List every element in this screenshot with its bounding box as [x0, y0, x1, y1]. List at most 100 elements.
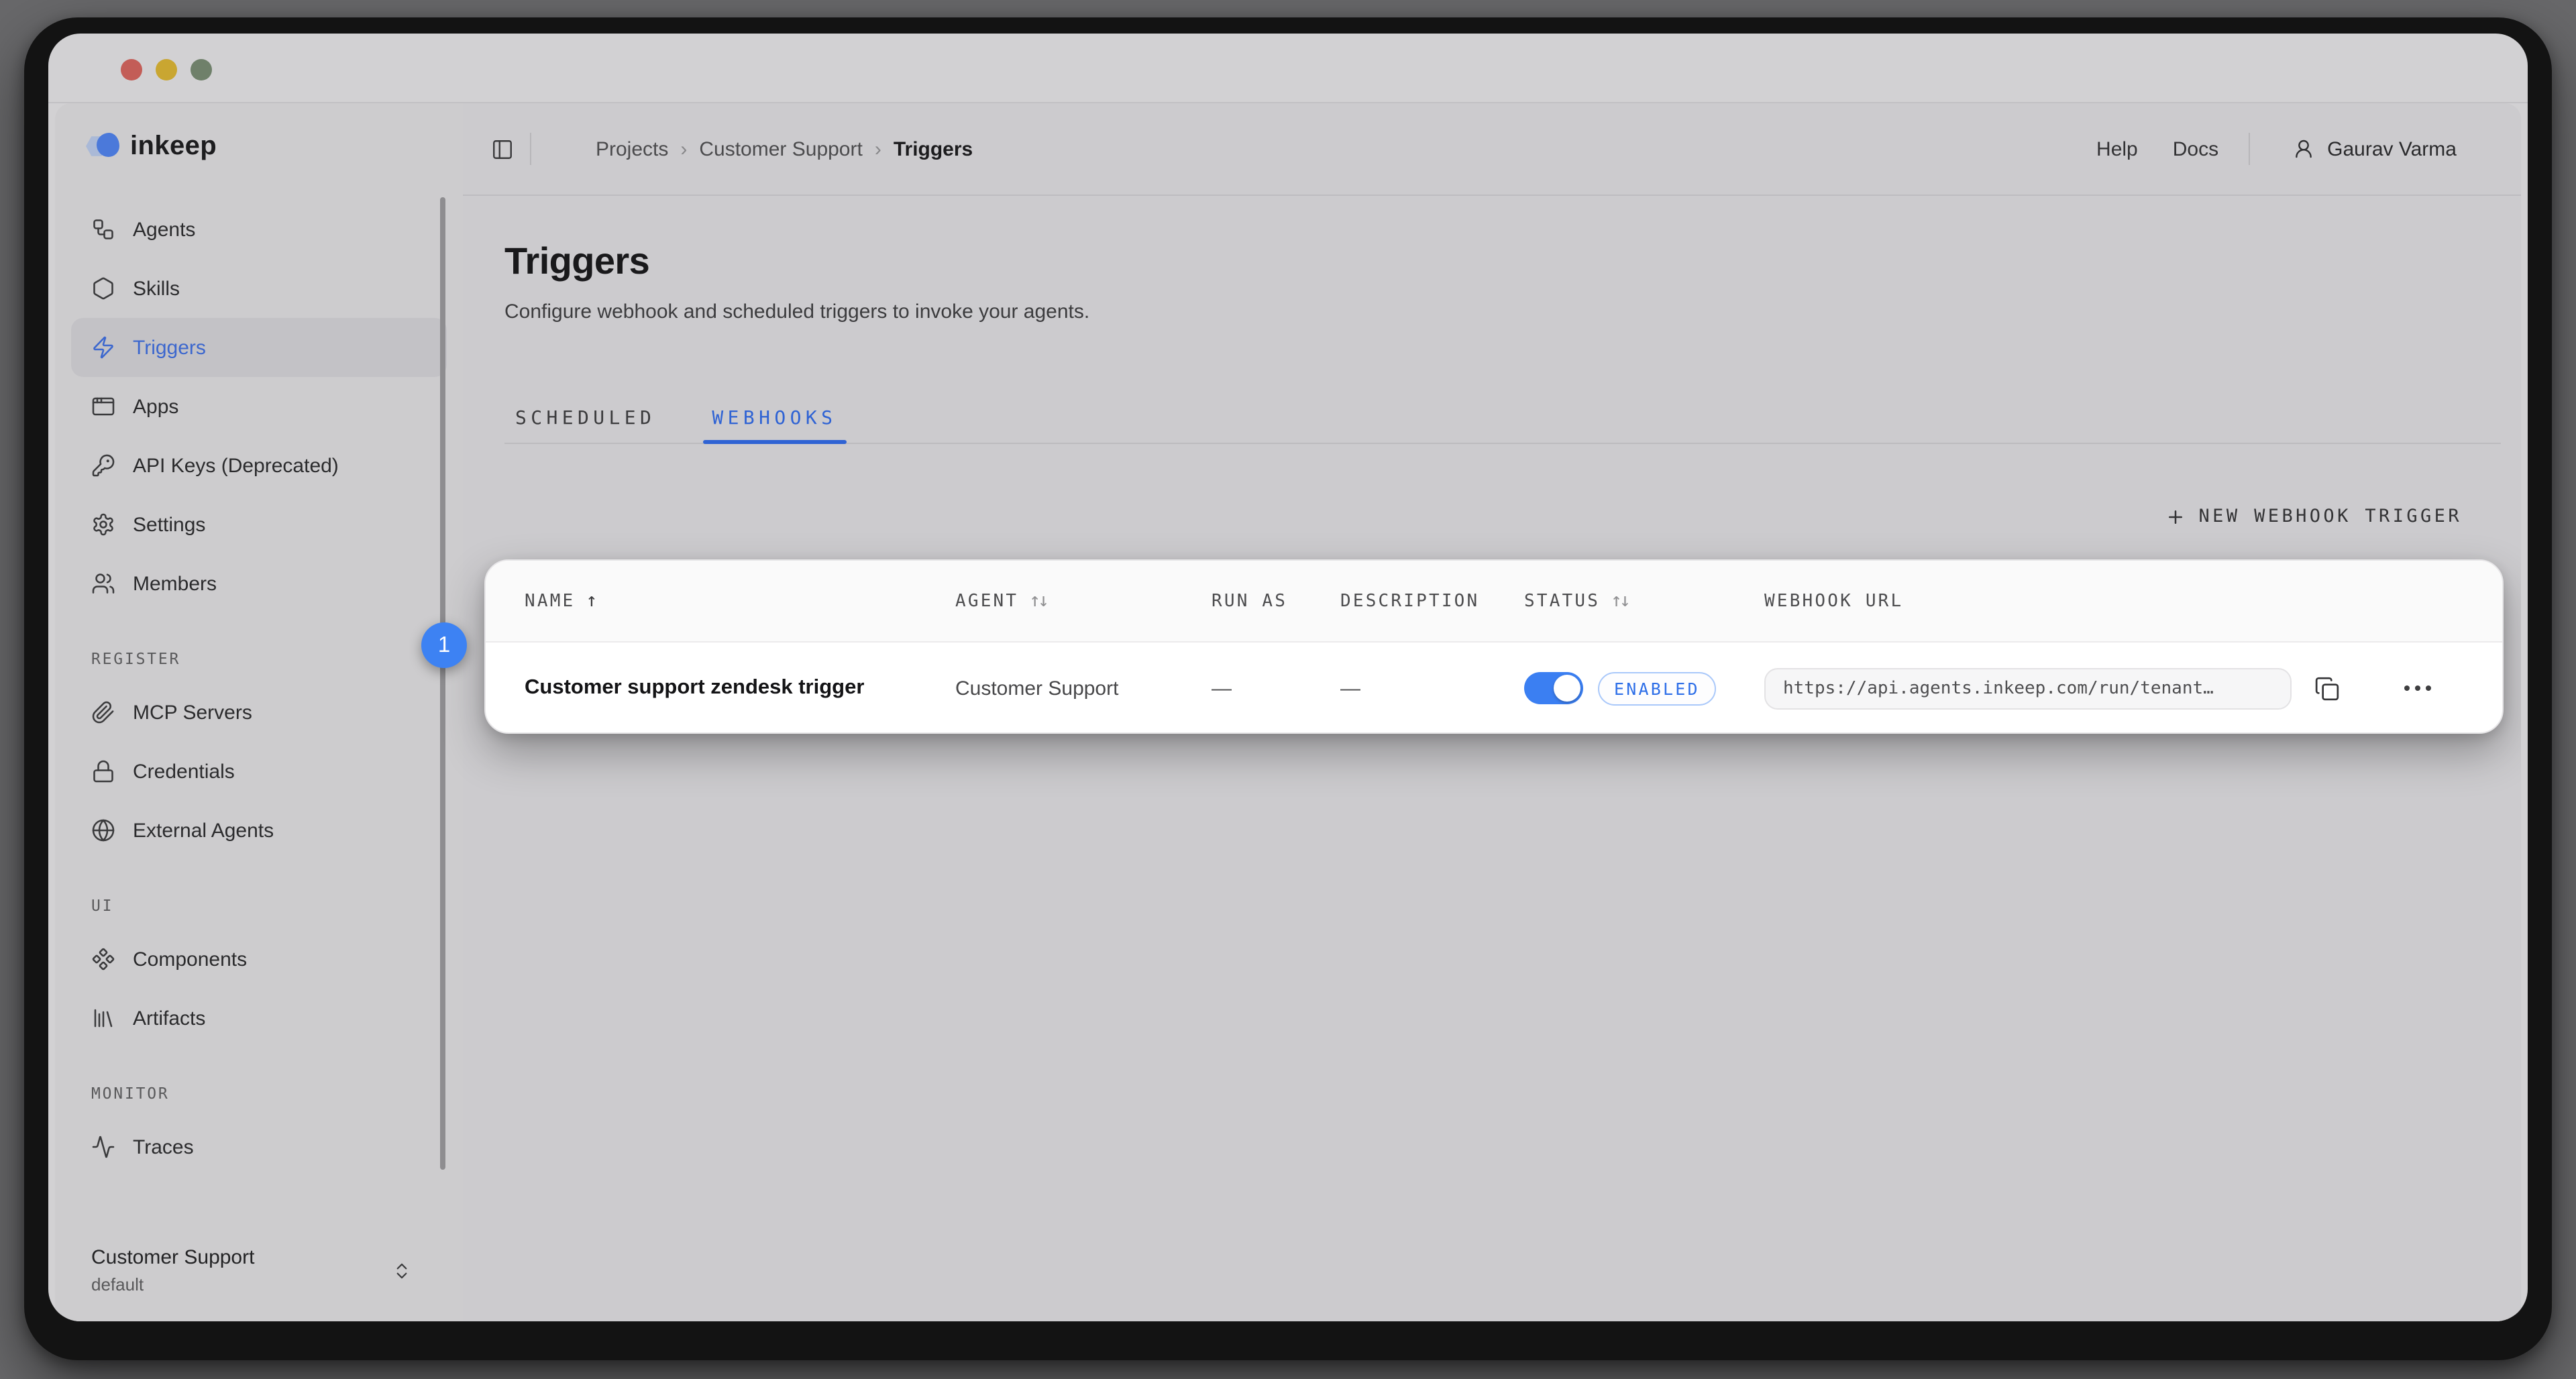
header-divider [530, 133, 531, 165]
project-switcher[interactable]: Customer Support default [91, 1246, 412, 1294]
person-icon [2292, 138, 2314, 160]
users-icon [91, 571, 115, 596]
sidebar-item-agents[interactable]: Agents [71, 200, 447, 259]
header-divider [2248, 133, 2249, 165]
tab-webhooks[interactable]: WEBHOOKS [701, 393, 847, 443]
panel-left-icon[interactable] [491, 137, 514, 160]
breadcrumb-separator: › [875, 137, 881, 160]
status-toggle[interactable] [1524, 672, 1583, 704]
sidebar-item-apps[interactable]: Apps [71, 377, 447, 436]
docs-link[interactable]: Docs [2173, 137, 2218, 160]
sidebar-item-label: Triggers [133, 336, 206, 359]
close-window-button[interactable] [121, 59, 142, 80]
description-cell: — [1340, 677, 1524, 700]
annotation-step-badge: 1 [421, 622, 467, 668]
column-header-webhook-url: WEBHOOK URL [1764, 591, 2502, 611]
zap-icon [91, 335, 115, 360]
sidebar-section-register: REGISTER MCP Servers Credentials Exte [55, 644, 463, 860]
breadcrumb-triggers: Triggers [894, 137, 973, 160]
sidebar-item-api-keys[interactable]: API Keys (Deprecated) [71, 436, 447, 495]
minimize-window-button[interactable] [156, 59, 177, 80]
sidebar-item-external-agents[interactable]: External Agents [71, 801, 447, 860]
main-area: Projects › Customer Support › Triggers H… [463, 103, 2521, 1321]
main-header: Projects › Customer Support › Triggers H… [463, 103, 2521, 196]
sidebar-section-monitor: MONITOR Traces [55, 1079, 463, 1176]
section-title: REGISTER [91, 644, 463, 673]
page-title: Triggers [504, 240, 2521, 283]
app-window: inkeep Agents Skills Triggers [48, 34, 2528, 1321]
maximize-window-button[interactable] [191, 59, 212, 80]
inkeep-logo[interactable]: inkeep [55, 103, 463, 189]
webhook-triggers-table: NAME ↑ AGENT ↑↓ RUN AS DESCRIP [484, 559, 2504, 734]
trigger-name-cell[interactable]: Customer support zendesk trigger [525, 676, 955, 700]
new-webhook-trigger-label: NEW WEBHOOK TRIGGER [2199, 506, 2462, 527]
webhook-url-value[interactable]: https://api.agents.inkeep.com/run/tenant… [1764, 667, 2292, 709]
sidebar-item-label: Members [133, 572, 217, 595]
sidebar-item-label: Agents [133, 218, 195, 241]
sidebar-item-skills[interactable]: Skills [71, 259, 447, 318]
sidebar-item-label: Artifacts [133, 1007, 205, 1030]
inkeep-logo-icon [86, 131, 121, 161]
sort-icon: ↑↓ [1029, 590, 1046, 612]
sidebar-item-triggers[interactable]: Triggers [71, 318, 447, 377]
sidebar: inkeep Agents Skills Triggers [55, 103, 463, 1321]
column-header-status[interactable]: STATUS ↑↓ [1524, 590, 1764, 612]
window-controls [121, 59, 212, 80]
user-menu[interactable]: Gaurav Varma [2248, 133, 2457, 165]
sidebar-item-members[interactable]: Members [71, 554, 447, 613]
sidebar-item-label: MCP Servers [133, 701, 252, 724]
sidebar-item-artifacts[interactable]: Artifacts [71, 989, 447, 1048]
sidebar-item-components[interactable]: Components [71, 930, 447, 989]
sidebar-item-mcp-servers[interactable]: MCP Servers [71, 683, 447, 742]
hexagon-icon [91, 276, 115, 300]
new-webhook-trigger-button[interactable]: NEW WEBHOOK TRIGGER [2165, 506, 2462, 527]
help-link[interactable]: Help [2096, 137, 2138, 160]
tab-scheduled[interactable]: SCHEDULED [504, 393, 666, 443]
breadcrumb-separator: › [680, 137, 687, 160]
status-cell: ENABLED [1524, 671, 1764, 705]
project-graph: default [91, 1274, 254, 1294]
plus-icon [2165, 506, 2186, 527]
column-header-run-as: RUN AS [1212, 591, 1340, 611]
sidebar-item-label: Apps [133, 395, 178, 418]
tabs: SCHEDULED WEBHOOKS [504, 393, 2501, 444]
table-header-row: NAME ↑ AGENT ↑↓ RUN AS DESCRIP [486, 561, 2502, 643]
page-description: Configure webhook and scheduled triggers… [504, 300, 2521, 323]
chevrons-up-down-icon [392, 1260, 412, 1280]
column-header-agent[interactable]: AGENT ↑↓ [955, 590, 1212, 612]
breadcrumb-projects[interactable]: Projects [596, 137, 668, 160]
components-icon [91, 947, 115, 971]
sidebar-nav: Agents Skills Triggers Apps [55, 200, 463, 613]
breadcrumb: Projects › Customer Support › Triggers [596, 137, 973, 160]
row-actions-menu-button[interactable] [2404, 685, 2431, 691]
window-titlebar [48, 34, 2528, 103]
run-as-cell: — [1212, 677, 1340, 700]
sidebar-item-settings[interactable]: Settings [71, 495, 447, 554]
sidebar-item-traces[interactable]: Traces [71, 1117, 447, 1176]
section-title: MONITOR [91, 1079, 463, 1108]
sidebar-scrollbar[interactable] [440, 197, 445, 1170]
sidebar-section-ui: UI Components Artifacts [55, 891, 463, 1048]
sidebar-item-label: Settings [133, 513, 205, 536]
breadcrumb-customer-support[interactable]: Customer Support [699, 137, 862, 160]
gear-icon [91, 512, 115, 537]
sidebar-item-label: Credentials [133, 760, 235, 783]
column-header-description: DESCRIPTION [1340, 591, 1524, 611]
app-shell: inkeep Agents Skills Triggers [55, 103, 2521, 1321]
inkeep-logo-text: inkeep [130, 131, 217, 162]
sidebar-item-label: API Keys (Deprecated) [133, 454, 339, 477]
actions-row: NEW WEBHOOK TRIGGER [2165, 496, 2462, 537]
paperclip-icon [91, 700, 115, 724]
globe-icon [91, 818, 115, 842]
sort-asc-icon: ↑ [586, 590, 597, 612]
column-header-name[interactable]: NAME ↑ [525, 590, 955, 612]
section-title: UI [91, 891, 463, 920]
copy-icon[interactable] [2314, 675, 2340, 701]
activity-icon [91, 1135, 115, 1159]
agent-cell: Customer Support [955, 677, 1212, 700]
lock-icon [91, 759, 115, 783]
sidebar-item-label: Traces [133, 1136, 194, 1158]
user-name: Gaurav Varma [2327, 137, 2457, 160]
workflow-icon [91, 217, 115, 241]
sidebar-item-credentials[interactable]: Credentials [71, 742, 447, 801]
